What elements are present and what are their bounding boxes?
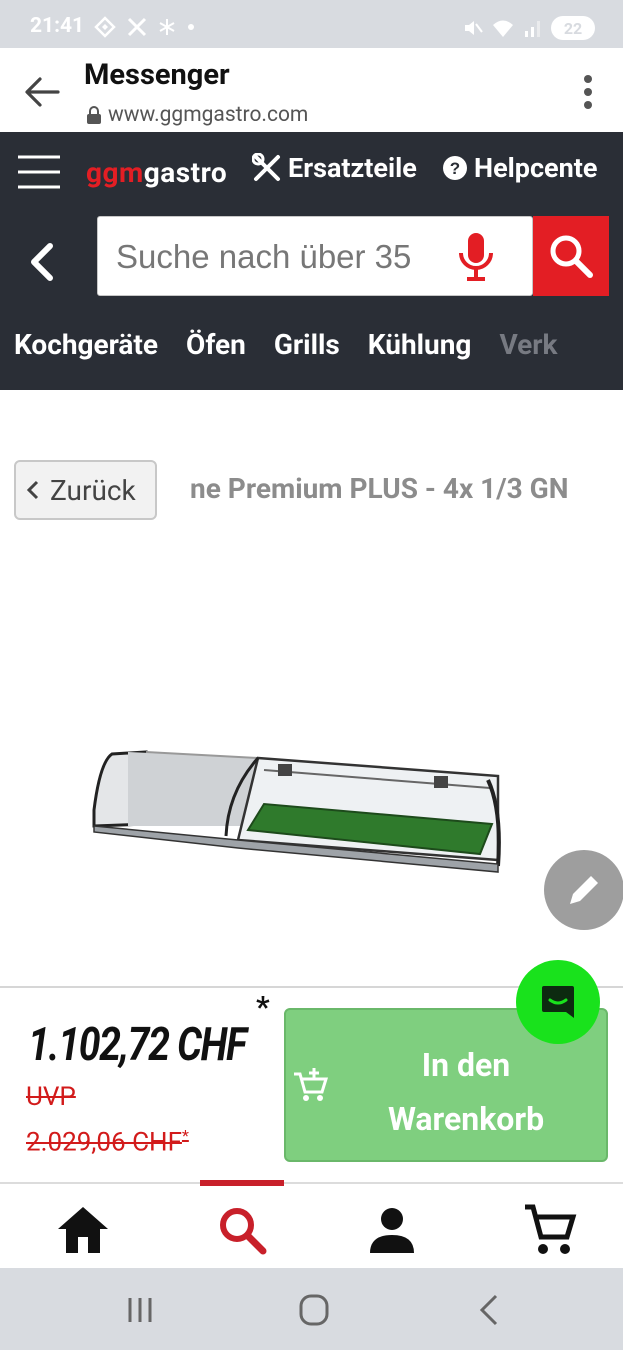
microphone-icon[interactable] [456, 231, 496, 283]
status-system-icons: 22 [461, 16, 595, 40]
ersatzteile-label: Ersatzteile [288, 152, 417, 184]
category-kuehlung[interactable]: Kühlung [368, 328, 472, 361]
wifi-icon [493, 20, 513, 37]
product-price: 1.102,72 CHF [28, 1018, 247, 1072]
site-logo[interactable]: ggmgastro [86, 156, 227, 189]
active-tab-indicator [200, 1180, 284, 1186]
recent-apps-icon[interactable] [120, 1292, 160, 1328]
uvp-label: UVP [26, 1082, 76, 1112]
site-header: ggmgastro Ersatzteile ? Helpcente Kochge… [0, 132, 623, 390]
nav-home[interactable] [55, 1202, 111, 1258]
tools-icon [252, 153, 280, 181]
chat-icon [542, 986, 574, 1018]
system-nav-bar [0, 1268, 623, 1350]
product-title: ne Premium PLUS - 4x 1/3 GN [190, 472, 569, 505]
back-button-label: Zurück [50, 473, 136, 507]
menu-icon[interactable] [18, 154, 60, 190]
search-button[interactable] [533, 216, 609, 296]
pencil-icon [570, 876, 598, 904]
chevron-left-icon [26, 480, 39, 500]
helpcenter-label: Helpcente [474, 152, 598, 184]
helpcenter-link[interactable]: ? Helpcente [442, 152, 597, 184]
chevron-left-icon[interactable] [24, 240, 60, 284]
cart-icon [525, 1204, 577, 1254]
svg-text:?: ? [450, 159, 460, 178]
browser-bar: Messenger www.ggmgastro.com [0, 48, 623, 132]
nav-account[interactable] [364, 1202, 420, 1258]
system-back-icon[interactable] [470, 1292, 510, 1328]
bottom-nav [0, 1180, 623, 1268]
snowflake-icon [159, 19, 175, 35]
category-oefen[interactable]: Öfen [186, 328, 246, 361]
help-icon: ? [443, 156, 467, 180]
uvp-price-value: 2.029,06 CHF [26, 1127, 182, 1158]
app-root: 21:41 22 Messenger www.ggmgastro.com ggm… [0, 0, 623, 1350]
search-icon [220, 1208, 267, 1255]
url-bar[interactable]: www.ggmgastro.com [86, 103, 308, 127]
chat-button[interactable] [516, 960, 600, 1044]
signal-icon [525, 21, 540, 37]
back-button[interactable]: Zurück [14, 460, 157, 520]
lock-icon [87, 106, 101, 124]
uvp-asterisk: * [181, 1126, 189, 1145]
logo-gastro: gastro [143, 156, 228, 189]
more-options-icon[interactable] [583, 74, 593, 110]
ersatzteile-link[interactable]: Ersatzteile [252, 152, 417, 184]
category-kochgeraete[interactable]: Kochgeräte [14, 328, 158, 361]
back-arrow-icon[interactable] [22, 72, 62, 112]
category-grills[interactable]: Grills [274, 328, 340, 361]
browser-title: Messenger [84, 58, 230, 92]
status-time: 21:41 [30, 14, 85, 38]
home-icon [58, 1207, 108, 1253]
x-app-icon [127, 17, 147, 37]
nav-search[interactable] [214, 1202, 270, 1258]
price-asterisk: * [256, 990, 270, 1025]
logo-ggm: ggm [86, 156, 144, 189]
account-icon [370, 1208, 414, 1253]
battery-indicator: 22 [551, 16, 595, 40]
product-image[interactable] [88, 740, 504, 880]
add-to-cart-label: In den Warenkorb [387, 1046, 545, 1138]
nav-cart[interactable] [522, 1202, 578, 1258]
add-cart-icon [294, 1068, 328, 1101]
uvp-price: 2.029,06 CHF* [26, 1126, 189, 1158]
category-verkauf[interactable]: Verk [499, 328, 557, 361]
battery-level: 22 [563, 18, 583, 38]
status-notification-icons [94, 16, 196, 38]
mute-icon [465, 21, 483, 35]
edit-button[interactable] [544, 850, 623, 930]
dot-icon [188, 24, 194, 30]
category-nav: Kochgeräte Öfen Grills Kühlung Verk [14, 328, 557, 361]
app-notification-icon [94, 16, 116, 38]
browser-url: www.ggmgastro.com [108, 103, 309, 127]
search-input[interactable] [116, 237, 421, 277]
search-icon [550, 235, 593, 278]
search-box [97, 216, 533, 296]
home-button-icon[interactable] [294, 1292, 334, 1328]
